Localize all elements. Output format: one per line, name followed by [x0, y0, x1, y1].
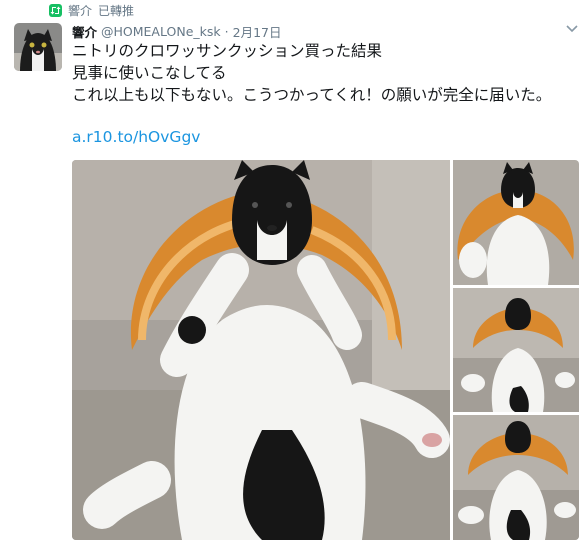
retweet-label: 已轉推	[98, 3, 135, 18]
retweeter-name[interactable]: 響介	[68, 2, 92, 19]
media-grid	[72, 160, 579, 540]
retweet-context: 響介 已轉推	[49, 2, 134, 18]
retweet-icon	[49, 3, 62, 17]
author-handle[interactable]: @HOMEALONe_ksk	[101, 24, 221, 39]
tweet-link[interactable]: a.r10.to/hOvGgv	[72, 128, 200, 146]
photo-thumb[interactable]	[453, 415, 579, 540]
tweet-header: 響介 @HOMEALONe_ksk · 2月17日	[72, 22, 281, 40]
avatar[interactable]	[14, 23, 62, 71]
photo-thumb[interactable]	[453, 288, 579, 412]
chevron-down-icon[interactable]	[565, 22, 579, 36]
author-name[interactable]: 響介	[72, 22, 97, 41]
photo-main[interactable]	[72, 160, 450, 540]
tweet-text-line: 見事に使いこなしてる	[72, 64, 227, 82]
tweet-text: ニトリのクロワッサンクッション買った結果 見事に使いこなしてる これ以上も以下も…	[72, 40, 572, 106]
tweet-text-line: これ以上も以下もない。こうつかってくれ！の願いが完全に届いた。	[72, 86, 552, 104]
tweet-text-line: ニトリのクロワッサンクッション買った結果	[72, 42, 383, 60]
tweet-date[interactable]: 2月17日	[233, 22, 282, 41]
photo-thumb[interactable]	[453, 160, 579, 285]
header-separator: ·	[224, 23, 229, 39]
